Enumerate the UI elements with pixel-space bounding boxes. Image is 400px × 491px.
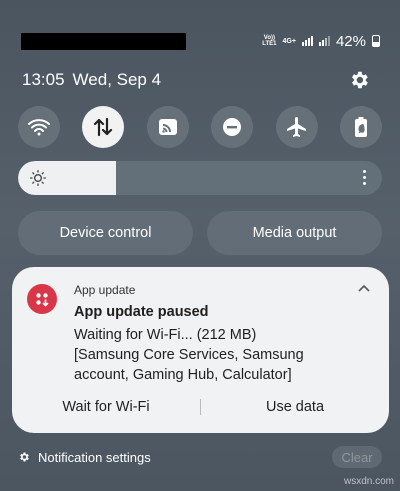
- date[interactable]: Wed, Sep 4: [73, 70, 162, 90]
- gear-icon: [20, 452, 29, 462]
- notification-body: Waiting for Wi-Fi... (212 MB) [Samsung C…: [74, 325, 374, 385]
- network-label: Vo)) LTE1: [262, 35, 276, 47]
- tile-power-saving[interactable]: [339, 106, 382, 148]
- battery-percent: 42%: [335, 32, 366, 50]
- tile-mobile-data[interactable]: [82, 106, 125, 148]
- use-data-button[interactable]: Use data: [201, 399, 389, 415]
- notification-body-line: Waiting for Wi-Fi... (212 MB): [74, 327, 257, 343]
- notification-card[interactable]: App update App update paused Waiting for…: [12, 267, 389, 433]
- battery-icon: [372, 35, 380, 47]
- cast-icon: [158, 119, 177, 135]
- tile-cast[interactable]: [146, 106, 189, 148]
- clock[interactable]: 13:05: [22, 70, 65, 90]
- media-output-button[interactable]: Media output: [207, 211, 382, 255]
- battery-saver-icon: [354, 117, 367, 137]
- notification-settings-label: Notification settings: [38, 449, 151, 465]
- sun-icon: [30, 170, 46, 186]
- dnd-icon: [223, 118, 242, 136]
- status-bar: Vo)) LTE1 4G+ 42%: [262, 30, 380, 52]
- app-update-icon: [27, 284, 57, 314]
- notification-app-name: App update: [74, 283, 136, 297]
- tile-airplane-mode[interactable]: [275, 106, 318, 148]
- wifi-icon: [28, 119, 50, 136]
- notification-footer: Notification settings Clear: [18, 446, 382, 468]
- notification-body-line: account, Gaming Hub, Calculator]: [74, 367, 292, 383]
- chevron-up-icon[interactable]: [357, 283, 371, 293]
- quick-settings-tiles: [18, 106, 382, 148]
- notification-actions: Wait for Wi-Fi Use data: [12, 396, 389, 418]
- signal-icon: [301, 36, 313, 46]
- gear-icon[interactable]: [348, 69, 370, 91]
- tile-do-not-disturb[interactable]: [211, 106, 254, 148]
- tile-wifi[interactable]: [18, 106, 60, 148]
- galaxy-store-icon: [36, 293, 49, 307]
- wait-for-wifi-button[interactable]: Wait for Wi-Fi: [12, 399, 200, 415]
- device-control-button[interactable]: Device control: [18, 211, 193, 255]
- more-options-icon[interactable]: [363, 170, 366, 185]
- notification-settings-button[interactable]: Notification settings: [18, 450, 151, 465]
- network-type: 4G+: [282, 37, 296, 45]
- watermark: wsxdn.com: [343, 476, 394, 487]
- airplane-icon: [286, 117, 306, 137]
- redacted-area: [21, 33, 186, 50]
- signal-icon-2: [318, 36, 330, 46]
- clear-button[interactable]: Clear: [332, 446, 382, 468]
- date-time[interactable]: 13:05 Wed, Sep 4: [22, 70, 161, 90]
- notification-title: App update paused: [74, 304, 209, 320]
- mobile-data-icon: [94, 117, 113, 137]
- notification-body-line: [Samsung Core Services, Samsung: [74, 347, 304, 363]
- brightness-slider[interactable]: [18, 161, 382, 195]
- lte-label: LTE1: [262, 41, 277, 47]
